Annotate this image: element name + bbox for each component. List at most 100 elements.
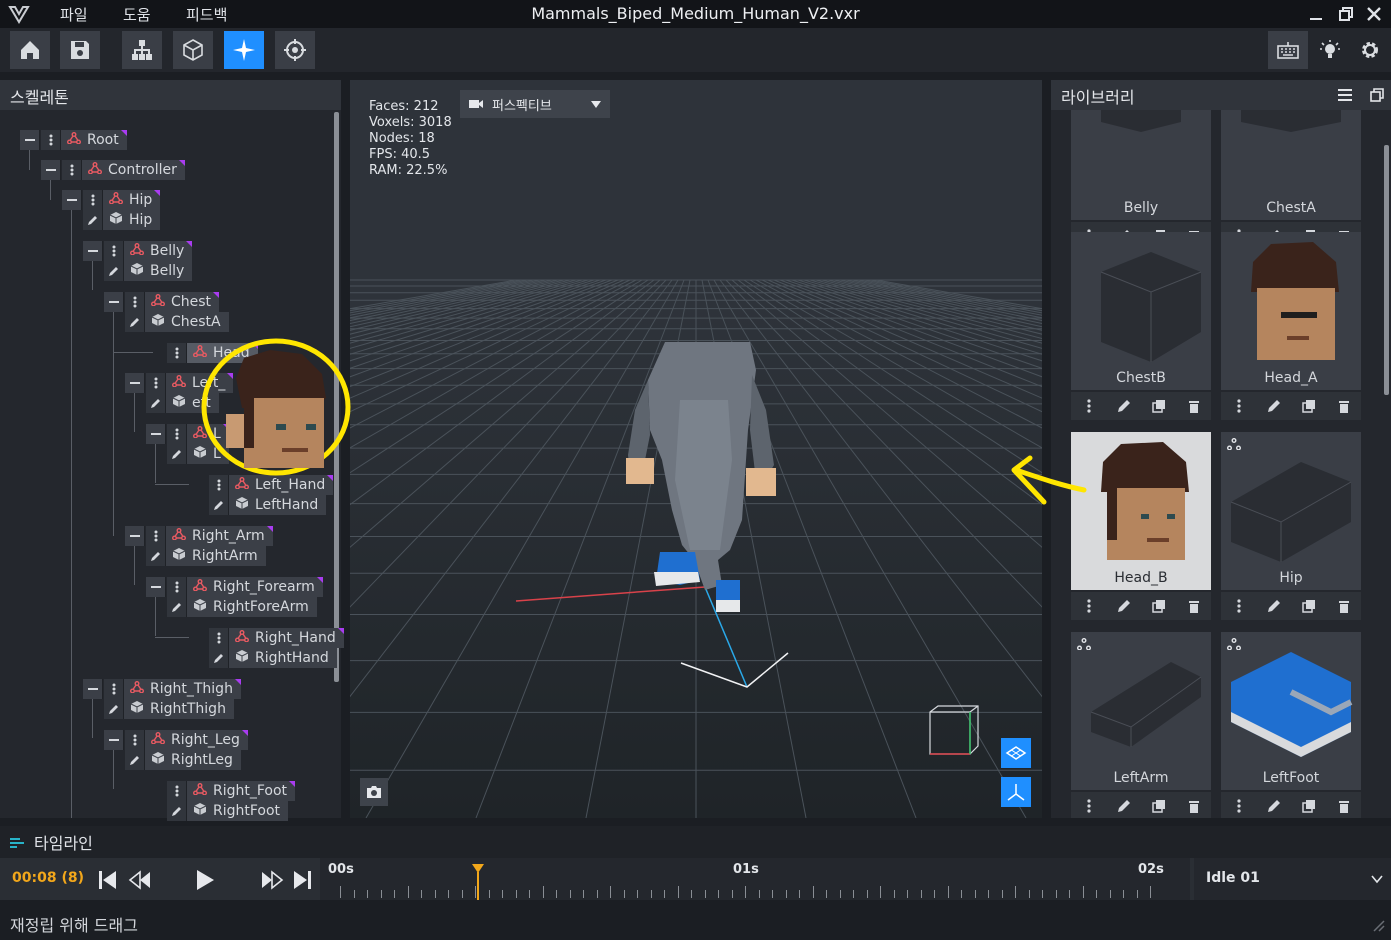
- playhead[interactable]: [471, 864, 484, 900]
- node-options-icon[interactable]: [125, 730, 145, 750]
- library-thumbnail[interactable]: LeftFoot: [1221, 632, 1361, 790]
- collapse-toggle-icon[interactable]: [62, 190, 82, 210]
- trash-icon[interactable]: [1336, 398, 1352, 414]
- edit-mesh-pencil-icon[interactable]: [167, 597, 187, 617]
- edit-pencil-icon[interactable]: [1266, 598, 1282, 614]
- duplicate-icon[interactable]: [1151, 798, 1167, 814]
- library-thumbnail[interactable]: ChestB: [1071, 232, 1211, 390]
- lightbulb-button[interactable]: [1310, 31, 1350, 69]
- hierarchy-button[interactable]: [122, 31, 162, 69]
- more-options-icon[interactable]: [1231, 398, 1247, 414]
- collapse-toggle-icon[interactable]: [146, 577, 166, 597]
- timeline-ruler[interactable]: 00s 01s 02s: [320, 858, 1190, 900]
- library-item[interactable]: Head_B: [1071, 432, 1211, 622]
- edit-pencil-icon[interactable]: [1266, 798, 1282, 814]
- collapse-toggle-icon[interactable]: [104, 292, 124, 312]
- library-item[interactable]: LeftArm: [1071, 632, 1211, 818]
- library-item[interactable]: LeftFoot: [1221, 632, 1361, 818]
- library-scrollbar[interactable]: [1384, 145, 1389, 395]
- node-options-icon[interactable]: [146, 526, 166, 546]
- close-icon[interactable]: [1364, 4, 1384, 24]
- jump-to-end-icon[interactable]: [292, 869, 314, 891]
- duplicate-icon[interactable]: [1151, 598, 1167, 614]
- node-options-icon[interactable]: [167, 343, 187, 363]
- 3d-viewport[interactable]: Faces: 212 Voxels: 3018 Nodes: 18 FPS: 4…: [350, 80, 1042, 818]
- collapse-toggle-icon[interactable]: [20, 130, 40, 150]
- collapse-toggle-icon[interactable]: [83, 241, 103, 261]
- axis-toggle-button[interactable]: [1001, 777, 1031, 807]
- edit-pencil-icon[interactable]: [1116, 598, 1132, 614]
- collapse-toggle-icon[interactable]: [83, 679, 103, 699]
- edit-mesh-pencil-icon[interactable]: [167, 801, 187, 821]
- node-options-icon[interactable]: [62, 160, 82, 180]
- trash-icon[interactable]: [1186, 798, 1202, 814]
- node-options-icon[interactable]: [41, 130, 61, 150]
- node-options-icon[interactable]: [125, 292, 145, 312]
- edit-mesh-pencil-icon[interactable]: [125, 312, 145, 332]
- home-button[interactable]: [10, 31, 50, 69]
- collapse-toggle-icon[interactable]: [125, 373, 145, 393]
- screenshot-button[interactable]: [360, 778, 388, 806]
- restore-icon[interactable]: [1336, 4, 1356, 24]
- library-item[interactable]: Hip: [1221, 432, 1361, 622]
- library-thumbnail[interactable]: LeftArm: [1071, 632, 1211, 790]
- edit-pencil-icon[interactable]: [1116, 798, 1132, 814]
- library-item[interactable]: Belly: [1071, 110, 1211, 252]
- node-options-icon[interactable]: [167, 424, 187, 444]
- more-options-icon[interactable]: [1081, 798, 1097, 814]
- trash-icon[interactable]: [1186, 598, 1202, 614]
- node-options-icon[interactable]: [83, 190, 103, 210]
- edit-pencil-icon[interactable]: [1116, 398, 1132, 414]
- duplicate-icon[interactable]: [1151, 398, 1167, 414]
- edit-mesh-pencil-icon[interactable]: [209, 495, 229, 515]
- minimize-icon[interactable]: [1306, 4, 1326, 24]
- edit-mesh-pencil-icon[interactable]: [83, 210, 103, 230]
- collapse-toggle-icon[interactable]: [104, 730, 124, 750]
- trash-icon[interactable]: [1186, 398, 1202, 414]
- edit-mesh-pencil-icon[interactable]: [146, 546, 166, 566]
- library-item[interactable]: ChestA: [1221, 110, 1361, 252]
- collapse-toggle-icon[interactable]: [41, 160, 61, 180]
- play-icon[interactable]: [194, 868, 216, 892]
- crosshair-button[interactable]: [275, 31, 315, 69]
- node-options-icon[interactable]: [209, 475, 229, 495]
- edit-mesh-pencil-icon[interactable]: [209, 648, 229, 668]
- node-options-icon[interactable]: [146, 373, 166, 393]
- duplicate-icon[interactable]: [1301, 798, 1317, 814]
- settings-button[interactable]: [1350, 31, 1390, 69]
- collapse-toggle-icon[interactable]: [125, 526, 145, 546]
- duplicate-icon[interactable]: [1301, 598, 1317, 614]
- edit-mesh-pencil-icon[interactable]: [167, 444, 187, 464]
- animation-clip-dropdown[interactable]: Idle 01: [1194, 858, 1391, 900]
- library-thumbnail[interactable]: Head_B: [1071, 432, 1211, 590]
- jump-to-start-icon[interactable]: [96, 869, 118, 891]
- save-button[interactable]: [60, 31, 100, 69]
- edit-mesh-pencil-icon[interactable]: [104, 699, 124, 719]
- edit-mesh-pencil-icon[interactable]: [146, 393, 166, 413]
- more-options-icon[interactable]: [1081, 598, 1097, 614]
- step-forward-icon[interactable]: [260, 869, 284, 891]
- duplicate-icon[interactable]: [1301, 398, 1317, 414]
- menu-list-icon[interactable]: [1337, 88, 1353, 102]
- keyboard-button[interactable]: [1268, 31, 1308, 69]
- trash-icon[interactable]: [1336, 798, 1352, 814]
- library-thumbnail[interactable]: Belly: [1071, 110, 1211, 220]
- library-thumbnail[interactable]: Head_A: [1221, 232, 1361, 390]
- sparkle-button[interactable]: [224, 31, 264, 69]
- camera-mode-dropdown[interactable]: 퍼스펙티브: [460, 90, 610, 118]
- node-options-icon[interactable]: [167, 577, 187, 597]
- cube-button[interactable]: [173, 31, 213, 69]
- resize-grip-icon[interactable]: [1369, 916, 1385, 932]
- edit-mesh-pencil-icon[interactable]: [125, 750, 145, 770]
- edit-mesh-pencil-icon[interactable]: [104, 261, 124, 281]
- node-options-icon[interactable]: [209, 628, 229, 648]
- popout-window-icon[interactable]: [1369, 87, 1385, 103]
- library-item[interactable]: Head_A: [1221, 232, 1361, 422]
- collapse-toggle-icon[interactable]: [146, 424, 166, 444]
- library-item[interactable]: ChestB: [1071, 232, 1211, 422]
- node-options-icon[interactable]: [104, 679, 124, 699]
- node-options-icon[interactable]: [167, 781, 187, 801]
- more-options-icon[interactable]: [1231, 798, 1247, 814]
- node-options-icon[interactable]: [104, 241, 124, 261]
- library-thumbnail[interactable]: Hip: [1221, 432, 1361, 590]
